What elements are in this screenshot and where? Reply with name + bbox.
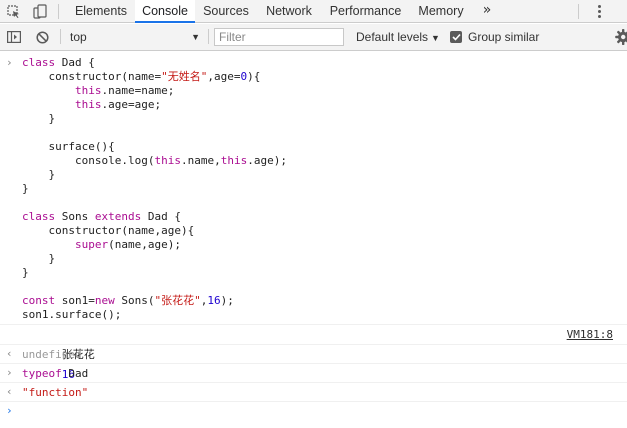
tab-network[interactable]: Network xyxy=(257,0,321,23)
log-levels-label: Default levels xyxy=(356,30,429,44)
code-line: super(name,age); xyxy=(74,238,181,251)
code-line: } xyxy=(22,168,56,181)
input-prompt-icon: › xyxy=(6,404,13,417)
console-log-entry: 张花花 16 VM181:8 xyxy=(0,325,627,381)
devtools-tab-bar: Elements Console Sources Network Perform… xyxy=(0,0,627,23)
console-prompt[interactable]: › xyxy=(0,402,627,422)
code-line: this.age=age; xyxy=(74,98,162,111)
result-arrow-icon: ‹ xyxy=(6,347,13,360)
tab-bar-separator xyxy=(578,4,579,19)
toolbar-separator xyxy=(208,29,209,44)
code-line: class Dad { xyxy=(22,56,95,69)
group-similar-toggle[interactable]: Group similar xyxy=(450,24,539,50)
gear-icon[interactable] xyxy=(614,28,627,46)
group-similar-checkbox[interactable] xyxy=(450,31,462,43)
input-prompt-icon: › xyxy=(6,56,13,69)
code-line: class Sons extends Dad { xyxy=(22,210,181,223)
filter-input[interactable] xyxy=(214,28,344,46)
console-messages[interactable]: › class Dad { constructor(name="无姓名",age… xyxy=(0,52,627,428)
inspect-element-icon[interactable] xyxy=(2,0,26,23)
code-line: son1.surface(); xyxy=(22,308,122,321)
typeof-operand: Dad xyxy=(68,367,89,380)
log-source-link[interactable]: VM181:8 xyxy=(567,328,613,341)
chevron-down-icon: ▼ xyxy=(431,33,440,43)
toolbar-separator xyxy=(60,29,61,44)
input-prompt-icon: › xyxy=(6,366,13,379)
kebab-menu-icon[interactable] xyxy=(591,0,607,23)
execution-context-value: top xyxy=(70,30,87,44)
code-line: constructor(name="无姓名",age=0){ xyxy=(22,70,261,83)
console-result-entry: ‹ undefined xyxy=(0,345,627,364)
chevron-down-icon: ▼ xyxy=(191,32,200,42)
clear-console-icon[interactable] xyxy=(31,24,53,50)
code-line: const son1=new Sons("张花花",16); xyxy=(22,294,234,307)
device-toggle-icon[interactable] xyxy=(28,0,52,23)
code-line: } xyxy=(22,112,56,125)
code-line: } xyxy=(22,266,29,279)
sidebar-toggle-icon[interactable] xyxy=(3,24,25,50)
result-arrow-icon: ‹ xyxy=(6,385,13,398)
console-input-entry[interactable]: › class Dad { constructor(name="无姓名",age… xyxy=(0,52,627,325)
typeof-keyword: typeof xyxy=(22,367,62,380)
code-line: console.log(this.name,this.age); xyxy=(22,154,287,167)
code-line: } xyxy=(22,182,29,195)
code-line: } xyxy=(22,252,56,265)
log-levels-dropdown[interactable]: Default levels ▼ xyxy=(356,24,440,50)
code-line: surface(){ xyxy=(22,140,115,153)
result-value: undefined xyxy=(22,348,82,361)
tab-elements[interactable]: Elements xyxy=(67,0,135,23)
group-similar-label: Group similar xyxy=(468,30,540,44)
tab-bar-separator xyxy=(58,4,59,19)
execution-context-select[interactable]: top ▼ xyxy=(66,24,206,50)
console-result-entry: ‹ "function" xyxy=(0,383,627,402)
tab-memory[interactable]: Memory xyxy=(410,0,472,23)
code-line: constructor(name,age){ xyxy=(22,224,195,237)
result-value: "function" xyxy=(22,386,89,399)
code-line: this.name=name; xyxy=(74,84,175,97)
more-tabs-button[interactable]: » xyxy=(478,0,496,23)
console-toolbar: top ▼ Default levels▼ Group similar xyxy=(0,24,627,51)
console-input-entry[interactable]: › typeof Dad xyxy=(0,364,627,383)
console-input-code: class Dad { constructor(name="无姓名",age=0… xyxy=(22,56,627,322)
tab-sources[interactable]: Sources xyxy=(195,0,257,23)
tab-performance[interactable]: Performance xyxy=(321,0,410,23)
tab-console[interactable]: Console xyxy=(135,0,195,23)
